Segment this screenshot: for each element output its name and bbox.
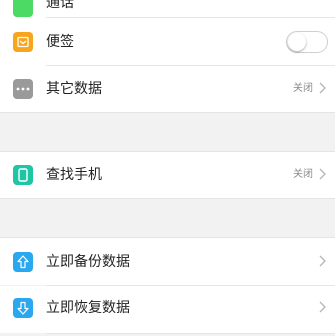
phone-locate-icon	[13, 165, 33, 185]
upload-arrow-icon	[13, 252, 33, 272]
upload-arrow-glyph	[17, 255, 29, 269]
download-arrow-glyph	[17, 301, 29, 315]
chevron-right-icon	[319, 255, 326, 267]
more-icon	[13, 79, 33, 99]
group-divider	[0, 198, 335, 199]
other-data-label: 其它数据	[46, 81, 102, 97]
more-icon-glyph	[16, 87, 30, 91]
phone-icon-glyph	[18, 168, 28, 182]
list-item-backup-now[interactable]: 立即备份数据	[0, 238, 335, 285]
find-phone-label: 查找手机	[46, 167, 102, 183]
other-data-status: 关闭	[293, 83, 313, 94]
phone-icon	[13, 0, 33, 17]
notes-label: 便签	[46, 34, 74, 50]
list-item-label: 通话	[46, 0, 74, 11]
notes-sync-toggle[interactable]	[286, 31, 328, 53]
list-item-other-data[interactable]: 其它数据 关闭	[0, 66, 335, 113]
list-item-notes[interactable]: 便签	[0, 18, 335, 65]
group-divider	[0, 112, 335, 113]
find-phone-status: 关闭	[293, 169, 313, 180]
toggle-knob	[288, 33, 306, 51]
divider	[46, 333, 335, 334]
notes-icon	[13, 32, 33, 52]
settings-screen: 通话 便签 其它数据 关闭 查找手机 关闭 立即备份数据 立即恢复数据	[0, 0, 335, 336]
download-arrow-icon	[13, 298, 33, 318]
list-item-partial[interactable]: 通话	[0, 0, 335, 17]
chevron-right-icon	[319, 82, 326, 94]
list-item-find-phone[interactable]: 查找手机 关闭	[0, 152, 335, 199]
list-item-restore-now[interactable]: 立即恢复数据	[0, 286, 335, 333]
restore-now-label: 立即恢复数据	[46, 300, 130, 316]
notes-icon-glyph	[17, 36, 29, 48]
chevron-right-icon	[319, 301, 326, 313]
backup-now-label: 立即备份数据	[46, 254, 130, 270]
chevron-right-icon	[319, 168, 326, 180]
